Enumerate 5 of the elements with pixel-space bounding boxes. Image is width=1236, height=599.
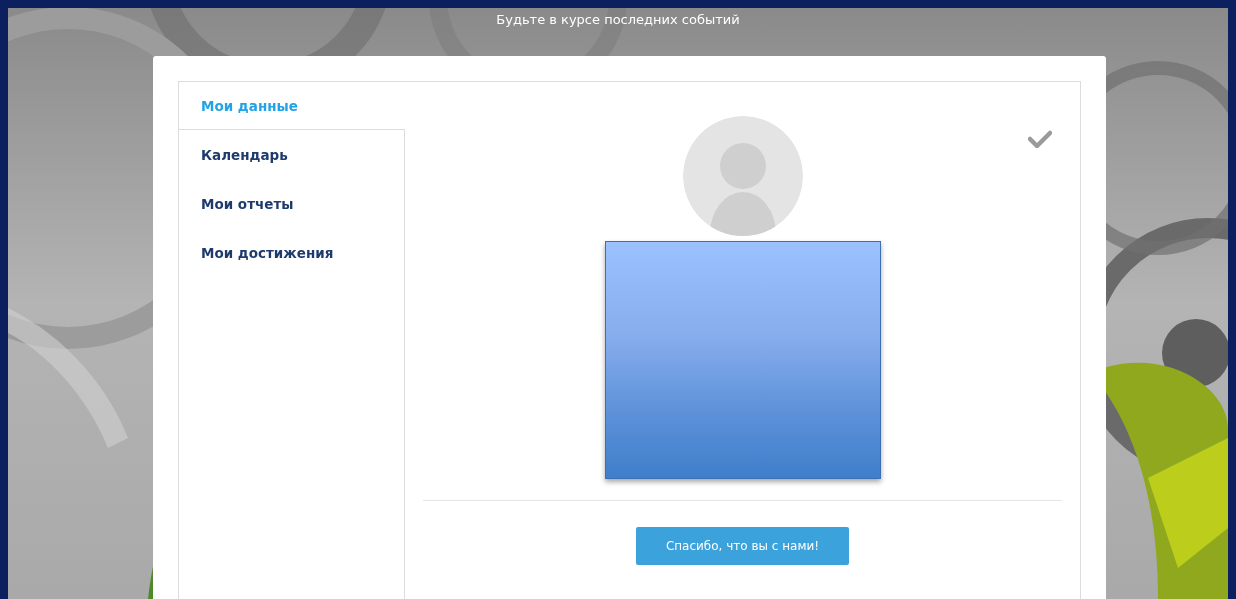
header-tagline: Будьте в курсе последних событий xyxy=(495,11,741,29)
sidebar-tab[interactable]: Мои достижения xyxy=(179,228,404,277)
check-icon[interactable] xyxy=(1028,130,1052,148)
sidebar-tab[interactable]: Календарь xyxy=(179,130,404,179)
sidebar-tab[interactable]: Мои отчеты xyxy=(179,179,404,228)
